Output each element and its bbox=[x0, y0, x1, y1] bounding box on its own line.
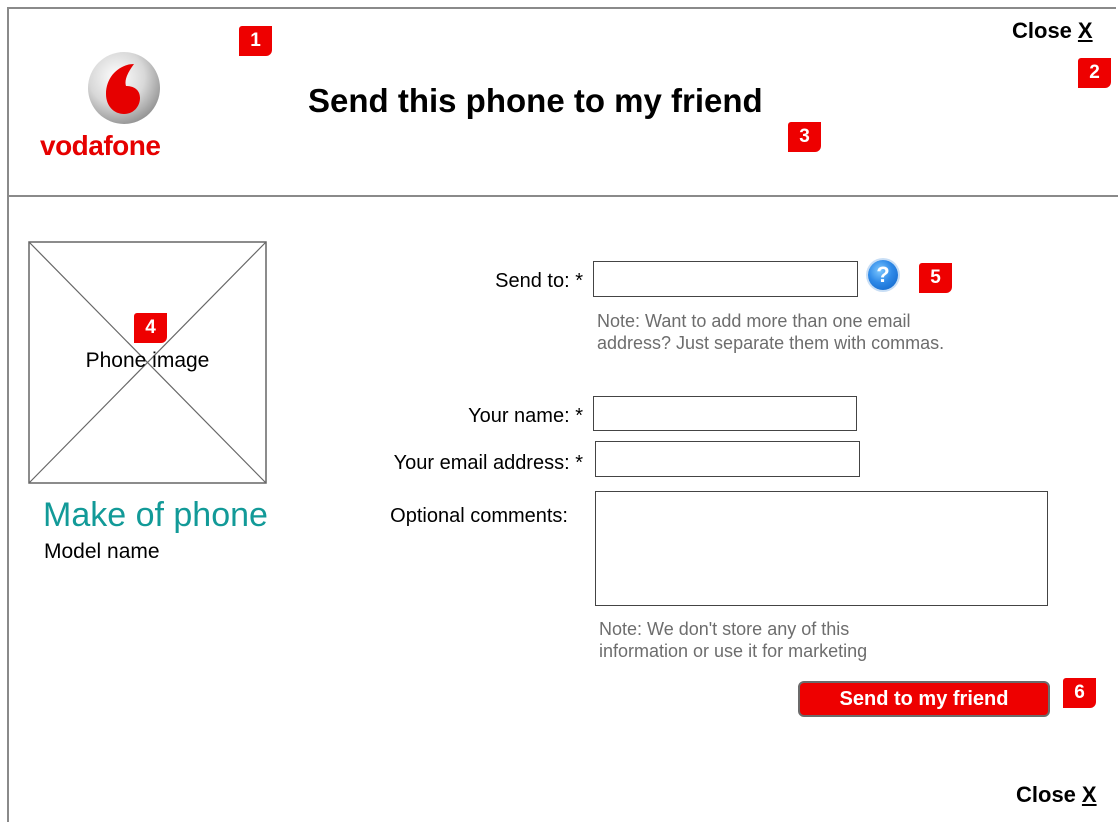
help-icon[interactable]: ? bbox=[868, 260, 898, 290]
your-email-input[interactable] bbox=[595, 441, 860, 477]
page-title: Send this phone to my friend bbox=[308, 82, 763, 119]
annotation-marker-3: 3 bbox=[788, 122, 821, 152]
close-x-icon[interactable]: X bbox=[1082, 782, 1097, 807]
send-to-label: Send to: * bbox=[495, 270, 583, 292]
close-x-icon[interactable]: X bbox=[1078, 18, 1093, 43]
header-divider bbox=[7, 195, 1118, 197]
send-to-input[interactable] bbox=[593, 261, 858, 297]
comments-label: Optional comments: bbox=[390, 505, 568, 527]
your-name-label: Your name: * bbox=[468, 405, 583, 427]
phone-image-label: Phone image bbox=[85, 349, 210, 372]
annotation-marker-5: 5 bbox=[919, 263, 952, 293]
send-to-note: Note: Want to add more than one email ad… bbox=[597, 311, 945, 353]
phone-make: Make of phone bbox=[43, 496, 268, 534]
privacy-note: Note: We don't store any of this informa… bbox=[599, 619, 868, 661]
vodafone-logo-text: vodafone bbox=[40, 130, 161, 161]
phone-image-placeholder: Phone image bbox=[28, 241, 267, 484]
close-label: Close bbox=[1012, 18, 1072, 43]
close-label: Close bbox=[1016, 782, 1076, 807]
send-to-friend-button[interactable]: Send to my friend bbox=[798, 681, 1050, 717]
annotation-marker-1: 1 bbox=[239, 26, 272, 56]
phone-model: Model name bbox=[44, 540, 160, 563]
annotation-marker-2: 2 bbox=[1078, 58, 1111, 88]
close-link-bottom[interactable]: Close X bbox=[1016, 782, 1097, 808]
your-email-label: Your email address: * bbox=[393, 452, 583, 474]
annotation-marker-4: 4 bbox=[134, 313, 167, 343]
your-name-input[interactable] bbox=[593, 396, 857, 431]
comments-textarea[interactable] bbox=[595, 491, 1048, 606]
annotation-marker-6: 6 bbox=[1063, 678, 1096, 708]
close-link-top[interactable]: Close X bbox=[1012, 18, 1093, 44]
